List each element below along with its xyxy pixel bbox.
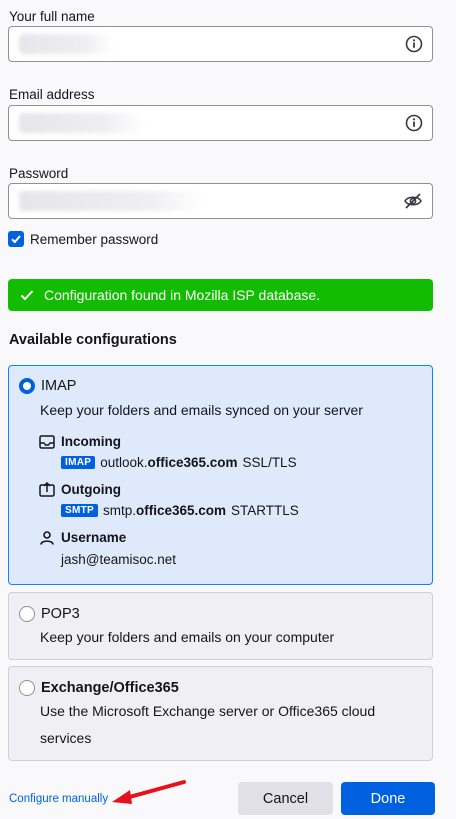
outgoing-protocol-badge: SMTP [61,504,98,517]
email-input[interactable] [8,105,433,141]
imap-title: IMAP [41,378,77,394]
outbox-icon [39,482,55,497]
exchange-radio[interactable] [19,680,35,696]
password-input[interactable] [8,183,433,219]
done-button[interactable]: Done [341,782,435,815]
checkmark-icon [20,290,34,301]
configure-manually-link[interactable]: Configure manually [9,793,108,805]
outgoing-server-line: SMTP smtp.office365.com STARTTLS [61,503,299,518]
info-icon[interactable] [405,114,423,132]
full-name-input[interactable] [8,26,433,62]
email-label: Email address [9,87,95,102]
available-configurations-title: Available configurations [9,332,177,348]
remember-password-label: Remember password [30,231,159,247]
annotation-arrow-icon [112,780,186,804]
full-name-label: Your full name [9,9,95,24]
redacted-name [19,34,114,54]
redacted-password [19,191,204,211]
info-icon[interactable] [405,35,423,53]
inbox-icon [39,434,55,449]
eye-slash-icon[interactable] [403,192,423,210]
username-label: Username [61,530,127,545]
remember-password-row[interactable]: Remember password [8,230,158,248]
redacted-email [19,113,144,133]
imap-description: Keep your folders and emails synced on y… [40,402,363,418]
banner-text: Configuration found in Mozilla ISP datab… [44,287,321,303]
incoming-heading: Incoming [39,434,121,449]
outgoing-security: STARTTLS [231,503,299,518]
incoming-protocol-badge: IMAP [61,456,96,469]
config-option-imap[interactable]: IMAP Keep your folders and emails synced… [8,365,433,585]
cancel-button[interactable]: Cancel [238,782,333,815]
incoming-label: Incoming [61,434,121,449]
exchange-title: Exchange/Office365 [41,680,179,696]
incoming-server-line: IMAP outlook.office365.com SSL/TLS [61,455,297,470]
username-heading: Username [39,530,126,545]
outgoing-heading: Outgoing [39,482,121,497]
pop3-description: Keep your folders and emails on your com… [40,629,335,645]
outgoing-host: smtp.office365.com [102,503,227,518]
checkmark-icon [11,235,21,244]
password-label: Password [9,166,69,181]
outgoing-label: Outgoing [61,482,121,497]
remember-password-checkbox[interactable] [8,231,24,247]
config-option-exchange[interactable]: Exchange/Office365 Use the Microsoft Exc… [8,666,433,761]
incoming-host: outlook.office365.com [100,455,238,470]
imap-radio[interactable] [19,378,35,394]
pop3-radio[interactable] [19,606,35,622]
user-icon [40,530,54,545]
pop3-title: POP3 [41,606,80,622]
exchange-description: Use the Microsoft Exchange server or Off… [40,703,376,746]
config-option-pop3[interactable]: POP3 Keep your folders and emails on you… [8,592,433,660]
incoming-security: SSL/TLS [242,455,297,470]
username-value: jash@teamisoc.net [61,552,177,567]
config-found-banner: Configuration found in Mozilla ISP datab… [8,279,433,311]
